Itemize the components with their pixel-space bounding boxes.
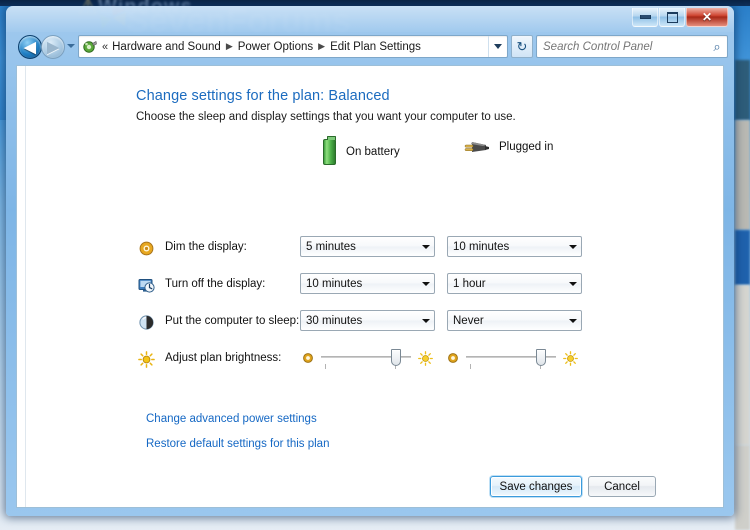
dim-sun-icon	[448, 353, 458, 363]
sleep-icon	[139, 315, 154, 330]
cancel-button[interactable]: Cancel	[588, 476, 656, 497]
combo-dim-display-plugged-in[interactable]: 10 minutes	[447, 236, 582, 257]
combo-value: 1 hour	[453, 277, 486, 290]
chevron-down-icon[interactable]	[417, 311, 434, 330]
brightness-track-on-battery[interactable]	[321, 347, 411, 369]
setting-row-sleep: Put the computer to sleep: 30 minutes Ne…	[26, 310, 723, 336]
chevron-down-icon[interactable]	[564, 237, 581, 256]
chevron-down-icon[interactable]	[417, 237, 434, 256]
control-panel-window: ✕ ◀ ▶ « Hardware and Sound ▶ Power Optio…	[6, 6, 734, 516]
dim-display-icon	[139, 241, 154, 256]
refresh-icon: ↻	[516, 38, 528, 54]
chevron-down-icon[interactable]	[564, 311, 581, 330]
chevron-down-icon	[494, 44, 502, 49]
slider-tick	[470, 364, 471, 369]
save-changes-button[interactable]: Save changes	[490, 476, 582, 497]
search-input[interactable]	[537, 39, 707, 54]
page-subtitle: Choose the sleep and display settings th…	[136, 111, 516, 123]
combo-sleep-plugged-in[interactable]: Never	[447, 310, 582, 331]
window-caption-buttons: ✕	[632, 8, 728, 27]
explorer-content-frame: Change settings for the plan: Balanced C…	[16, 65, 724, 508]
close-icon: ✕	[701, 10, 713, 24]
setting-row-adjust-brightness: Adjust plan brightness:	[26, 347, 723, 373]
breadcrumb-item-edit-plan-settings[interactable]: Edit Plan Settings	[327, 40, 424, 54]
background-page-strip	[735, 120, 750, 230]
brightness-track-plugged-in[interactable]	[466, 347, 556, 369]
column-label-on-battery: On battery	[346, 146, 400, 158]
combo-sleep-on-battery[interactable]: 30 minutes	[300, 310, 435, 331]
slider-thumb-on-battery[interactable]	[391, 349, 402, 366]
maximize-icon	[666, 11, 678, 23]
slider-tick	[325, 364, 326, 369]
bright-sun-icon	[563, 350, 578, 366]
combo-turn-off-display-on-battery[interactable]: 10 minutes	[300, 273, 435, 294]
maximize-button[interactable]	[659, 8, 685, 27]
address-dropdown-button[interactable]	[488, 36, 507, 57]
breadcrumb: « Hardware and Sound ▶ Power Options ▶ E…	[100, 40, 488, 54]
setting-row-dim-display: Dim the display: 5 minutes 10 minutes	[26, 236, 723, 262]
chevron-down-icon[interactable]	[417, 274, 434, 293]
combo-value: Never	[453, 314, 484, 327]
combo-value: 5 minutes	[306, 240, 356, 253]
column-header-on-battery: On battery	[323, 136, 400, 165]
brightness-icon	[138, 351, 155, 368]
combo-value: 10 minutes	[306, 277, 363, 290]
search-box[interactable]: ⌕	[536, 35, 728, 58]
combo-dim-display-on-battery[interactable]: 5 minutes	[300, 236, 435, 257]
page-title: Change settings for the plan: Balanced	[136, 88, 390, 104]
breadcrumb-separator-icon[interactable]: ▶	[224, 41, 235, 52]
breadcrumb-overflow-chevron[interactable]: «	[100, 41, 109, 53]
turn-off-display-icon	[138, 279, 155, 293]
brightness-slider-group-on-battery	[302, 347, 433, 369]
link-restore-default-settings[interactable]: Restore default settings for this plan	[146, 438, 329, 450]
back-arrow-icon: ◀	[24, 38, 36, 56]
setting-label-turn-off-display: Turn off the display:	[165, 278, 266, 290]
power-plug-icon	[464, 142, 489, 152]
background-page-strip	[735, 445, 750, 530]
setting-label-sleep: Put the computer to sleep:	[165, 315, 300, 327]
power-plan-settings-pane: Change settings for the plan: Balanced C…	[26, 66, 723, 507]
background-page-strip	[735, 285, 750, 445]
minimize-button[interactable]	[632, 8, 658, 27]
setting-label-dim-display: Dim the display:	[165, 241, 247, 253]
breadcrumb-item-power-options[interactable]: Power Options	[235, 40, 316, 54]
combo-turn-off-display-plugged-in[interactable]: 1 hour	[447, 273, 582, 294]
background-page-strip	[735, 60, 750, 120]
breadcrumb-item-hardware-and-sound[interactable]: Hardware and Sound	[109, 40, 224, 54]
combo-value: 30 minutes	[306, 314, 363, 327]
bright-sun-icon	[418, 350, 433, 366]
battery-icon	[323, 136, 336, 165]
recent-pages-button[interactable]	[67, 44, 75, 48]
background-page-strip	[735, 230, 750, 285]
search-icon: ⌕	[713, 38, 721, 54]
setting-label-adjust-brightness: Adjust plan brightness:	[165, 352, 282, 364]
slider-thumb-plugged-in[interactable]	[536, 349, 547, 366]
back-button[interactable]: ◀	[18, 35, 42, 59]
chevron-down-icon[interactable]	[564, 274, 581, 293]
refresh-button[interactable]: ↻	[511, 35, 533, 58]
combo-value: 10 minutes	[453, 240, 510, 253]
control-panel-icon	[83, 40, 97, 53]
forward-arrow-icon: ▶	[47, 38, 59, 56]
breadcrumb-separator-icon[interactable]: ▶	[316, 41, 327, 52]
brightness-slider-group-plugged-in	[447, 347, 578, 369]
minimize-icon	[639, 15, 651, 19]
titlebar-glass-sheen	[6, 6, 734, 32]
column-header-plugged-in: Plugged in	[463, 139, 553, 155]
forward-button[interactable]: ▶	[41, 35, 65, 59]
navigation-toolbar: ◀ ▶ « Hardware and Sound ▶ Power Options…	[8, 32, 732, 62]
link-change-advanced-power-settings[interactable]: Change advanced power settings	[146, 413, 317, 425]
dim-sun-icon	[303, 353, 313, 363]
column-label-plugged-in: Plugged in	[499, 141, 554, 153]
setting-row-turn-off-display: Turn off the display: 10 minutes 1 hour	[26, 273, 723, 299]
address-bar[interactable]: « Hardware and Sound ▶ Power Options ▶ E…	[78, 35, 508, 58]
close-button[interactable]: ✕	[686, 8, 728, 27]
